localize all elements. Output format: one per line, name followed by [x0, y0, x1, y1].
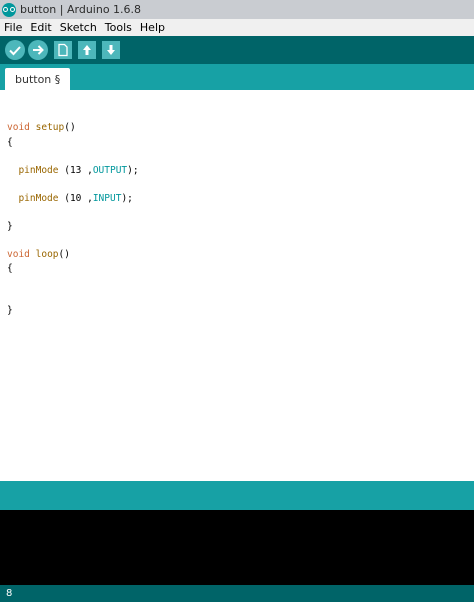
code-line: { — [7, 263, 13, 274]
code-line: pinMode (13 ,OUTPUT); — [18, 165, 139, 176]
arrow-right-icon — [33, 45, 44, 55]
checkmark-icon — [9, 46, 21, 56]
menu-help[interactable]: Help — [136, 21, 169, 34]
code-line: } — [7, 305, 13, 316]
menu-bar: File Edit Sketch Tools Help — [0, 19, 474, 37]
window-title: button | Arduino 1.6.8 — [20, 3, 142, 16]
arduino-logo-icon — [2, 2, 16, 17]
menu-file[interactable]: File — [0, 21, 26, 34]
menu-edit[interactable]: Edit — [26, 21, 55, 34]
menu-sketch[interactable]: Sketch — [56, 21, 101, 34]
verify-button[interactable] — [5, 40, 25, 60]
new-file-icon — [58, 43, 68, 57]
arrow-down-icon — [107, 45, 115, 55]
line-number: 8 — [6, 588, 13, 599]
code-line: pinMode (10 ,INPUT); — [18, 193, 133, 204]
open-button[interactable] — [78, 41, 96, 59]
upload-button[interactable] — [28, 40, 48, 60]
status-bar — [0, 481, 474, 510]
code-line: { — [7, 137, 13, 148]
tab-bar: button § — [0, 64, 474, 90]
save-button[interactable] — [102, 41, 120, 59]
console-output[interactable] — [0, 510, 474, 585]
code-line: } — [7, 221, 13, 232]
footer-bar: 8 — [0, 585, 474, 602]
code-line: void setup() — [7, 122, 76, 133]
code-line: void loop() — [7, 249, 70, 260]
arrow-up-icon — [83, 45, 91, 55]
tab-button-sketch[interactable]: button § — [5, 68, 71, 90]
new-sketch-button[interactable] — [54, 41, 72, 59]
code-editor[interactable]: void setup() { pinMode (13 ,OUTPUT); pin… — [0, 90, 474, 481]
menu-tools[interactable]: Tools — [101, 21, 136, 34]
title-bar: button | Arduino 1.6.8 — [0, 0, 474, 19]
toolbar — [0, 36, 474, 64]
